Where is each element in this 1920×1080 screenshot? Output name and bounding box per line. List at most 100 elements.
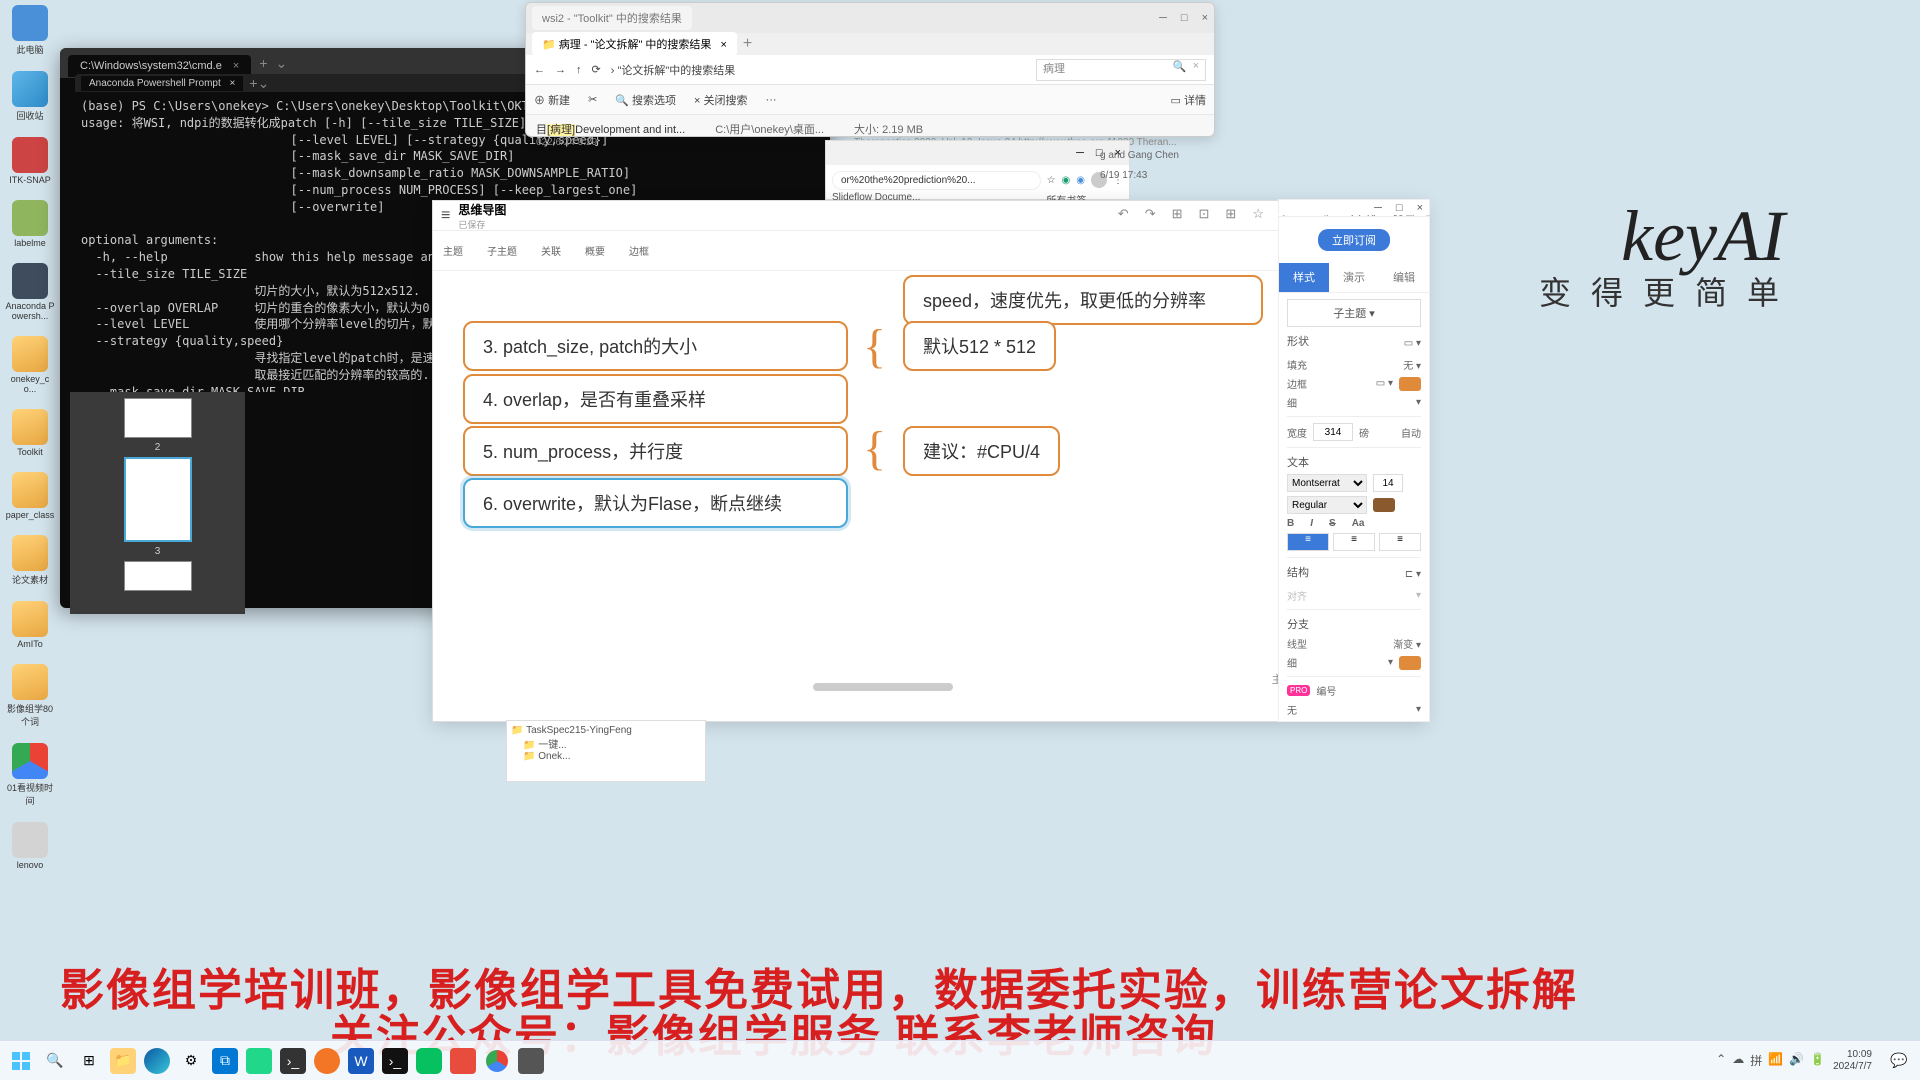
italic-button[interactable]: I xyxy=(1310,518,1313,529)
settings-button[interactable]: ⚙ xyxy=(178,1048,204,1074)
properties-panel[interactable]: 立即订阅 样式 演示 编辑 子主题 ▾ 形状▭ ▾ 填充无 ▾ 边框▭ ▾ 细▾… xyxy=(1278,216,1430,722)
small-explorer-fragment[interactable]: 📁 TaskSpec215-YingFeng 📁 一键... 📁 Onek... xyxy=(506,720,706,782)
desktop-icon-thispc[interactable]: 此电脑 xyxy=(5,5,55,56)
node-overwrite[interactable]: 6. overwrite，默认为Flase，断点继续 xyxy=(463,478,848,528)
back-button[interactable]: ← xyxy=(534,64,545,76)
terminal-button[interactable]: ›_ xyxy=(280,1048,306,1074)
line-select[interactable]: 渐变 ▾ xyxy=(1393,636,1421,651)
refresh-button[interactable]: ⟳ xyxy=(592,63,601,76)
subscribe-button[interactable]: 立即订阅 xyxy=(1318,229,1390,251)
explorer-tab-bg[interactable]: wsi2 - "Toolkit" 中的搜索结果 xyxy=(532,6,692,30)
toolbar-relation[interactable]: 关联 xyxy=(541,243,561,258)
tab-dropdown-icon[interactable]: ⌄ xyxy=(258,75,270,92)
minimize-button[interactable]: ─ xyxy=(1076,147,1084,159)
close-icon[interactable]: × xyxy=(720,39,726,51)
desktop-icon-onekey[interactable]: onekey_co... xyxy=(5,336,55,394)
notification-button[interactable]: 💬 xyxy=(1886,1048,1912,1074)
edge-button[interactable] xyxy=(144,1048,170,1074)
file-item[interactable]: 📁 一键... xyxy=(523,736,701,751)
branch-color-swatch[interactable] xyxy=(1399,656,1421,670)
tab-style[interactable]: 样式 xyxy=(1279,263,1329,292)
layout-icon[interactable]: ⊞ xyxy=(1225,206,1236,225)
layout-icon[interactable]: ⊞ xyxy=(1172,206,1183,225)
breadcrumb[interactable]: › "论文拆解"中的搜索结果 xyxy=(611,62,736,78)
file-item[interactable]: 📁 TaskSpec215-YingFeng xyxy=(511,725,701,736)
file-item[interactable]: 📁 Onek... xyxy=(523,751,701,762)
tab-edit[interactable]: 编辑 xyxy=(1379,263,1429,292)
toolbar-border[interactable]: 边框 xyxy=(629,243,649,258)
taskbar[interactable]: 🔍 ⊞ 📁 ⚙ ⧉ ›_ W ›_ ⌃ ☁ 拼 📶 🔊 🔋 10:09 2024… xyxy=(0,1040,1920,1080)
search-icon[interactable]: 🔍 xyxy=(1173,60,1187,73)
chrome-window[interactable]: ─ □ × or%20the%20prediction%20... ☆ ◉ ◉ … xyxy=(825,140,1130,200)
case-button[interactable]: Aa xyxy=(1352,518,1365,529)
close-icon[interactable]: × xyxy=(233,60,239,72)
pdf-thumbnail-sidebar[interactable]: 2 3 xyxy=(70,392,245,614)
tab-present[interactable]: 演示 xyxy=(1329,263,1379,292)
jupyter-button[interactable] xyxy=(314,1048,340,1074)
app-button[interactable] xyxy=(518,1048,544,1074)
explorer-tab-active[interactable]: 📁 病理 - "论文拆解" 中的搜索结果 × xyxy=(532,32,737,56)
desktop-icon-labelme[interactable]: labelme xyxy=(5,200,55,248)
extension-icon[interactable]: ◉ xyxy=(1062,175,1071,186)
font-select[interactable]: Montserrat xyxy=(1287,474,1367,492)
explorer-search-input[interactable]: 病理 ×🔍 xyxy=(1036,59,1206,81)
toolbar-topic[interactable]: 主题 xyxy=(443,243,463,258)
desktop-icon-video[interactable]: 01看视频时间 xyxy=(5,743,55,807)
star-icon[interactable]: ☆ xyxy=(1252,206,1264,225)
minimize-button[interactable]: ─ xyxy=(1374,202,1382,213)
battery-icon[interactable]: 🔋 xyxy=(1810,1052,1825,1069)
up-button[interactable]: ↑ xyxy=(576,64,582,76)
pdf-thumb-2[interactable] xyxy=(124,398,192,438)
search-button[interactable]: 🔍 xyxy=(42,1048,68,1074)
desktop-icon-recycle[interactable]: 回收站 xyxy=(5,71,55,122)
volume-icon[interactable]: 🔊 xyxy=(1789,1052,1804,1069)
desktop-icon-amito[interactable]: AmITo xyxy=(5,601,55,649)
system-tray[interactable]: ⌃ ☁ 拼 📶 🔊 🔋 xyxy=(1716,1052,1825,1069)
search-options-button[interactable]: 🔍 搜索选项 xyxy=(615,92,676,108)
weight-select[interactable]: Regular xyxy=(1287,496,1367,514)
tab-dropdown-icon[interactable]: ⌄ xyxy=(276,55,288,72)
border-color-swatch[interactable] xyxy=(1399,377,1421,391)
new-button[interactable]: ⊕ 新建 xyxy=(534,92,570,108)
node-overlap[interactable]: 4. overlap，是否有重叠采样 xyxy=(463,374,848,424)
cut-icon[interactable]: ✂ xyxy=(588,93,597,106)
desktop-icon-lenovo[interactable]: lenovo xyxy=(5,822,55,870)
forward-button[interactable]: → xyxy=(555,64,566,76)
close-search-button[interactable]: × 关闭搜索 xyxy=(694,92,747,108)
clear-search-icon[interactable]: × xyxy=(1193,60,1199,72)
desktop-icon-anaconda[interactable]: Anaconda Powersh... xyxy=(5,263,55,321)
desktop-icon-toolkit[interactable]: Toolkit xyxy=(5,409,55,457)
hamburger-icon[interactable]: ≡ xyxy=(441,207,450,225)
new-tab-button[interactable]: + xyxy=(743,35,752,53)
minimize-button[interactable]: ─ xyxy=(1159,12,1167,24)
fill-select[interactable]: 无 ▾ xyxy=(1403,357,1421,372)
explorer-button[interactable]: 📁 xyxy=(110,1048,136,1074)
width-input[interactable] xyxy=(1313,423,1353,441)
maximize-button[interactable]: □ xyxy=(1181,12,1188,24)
details-button[interactable]: ▭ 详情 xyxy=(1171,92,1206,108)
address-bar[interactable]: or%20the%20prediction%20... xyxy=(832,171,1041,190)
auto-label[interactable]: 自动 xyxy=(1401,425,1421,440)
new-tab-button[interactable]: + xyxy=(249,75,257,91)
align-left[interactable]: ≡ xyxy=(1287,533,1329,551)
taskbar-clock[interactable]: 10:09 2024/7/7 xyxy=(1833,1049,1878,1073)
close-icon[interactable]: × xyxy=(230,78,236,89)
node-default512[interactable]: 默认512 * 512 xyxy=(903,321,1056,371)
bold-button[interactable]: B xyxy=(1287,518,1294,529)
layout-icon[interactable]: ⊡ xyxy=(1199,206,1210,225)
align-right[interactable]: ≡ xyxy=(1379,533,1421,551)
toolbar-subtopic[interactable]: 子主题 xyxy=(487,243,517,258)
undo-button[interactable]: ↶ xyxy=(1118,206,1129,225)
node-speed[interactable]: speed，速度优先，取更低的分辨率 xyxy=(903,275,1263,325)
wechat-button[interactable] xyxy=(416,1048,442,1074)
align-center[interactable]: ≡ xyxy=(1333,533,1375,551)
onedrive-icon[interactable]: ☁ xyxy=(1732,1052,1744,1069)
strike-button[interactable]: S xyxy=(1329,518,1336,529)
word-button[interactable]: W xyxy=(348,1048,374,1074)
pdf-thumb-4[interactable] xyxy=(124,561,192,591)
close-button[interactable]: × xyxy=(1417,202,1423,213)
wifi-icon[interactable]: 📶 xyxy=(1768,1052,1783,1069)
taskview-button[interactable]: ⊞ xyxy=(76,1048,102,1074)
close-button[interactable]: × xyxy=(1202,12,1208,24)
desktop-icon-itksnap[interactable]: ITK-SNAP xyxy=(5,137,55,185)
